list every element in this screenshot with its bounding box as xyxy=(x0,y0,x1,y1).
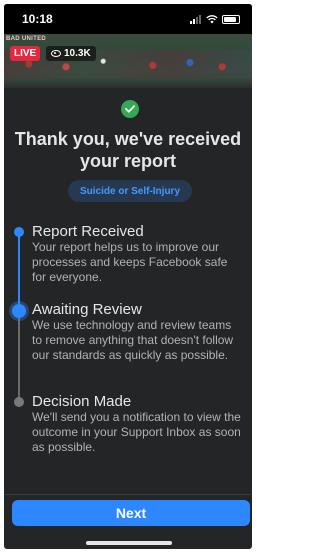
step-1-status-dot xyxy=(14,227,24,237)
cellular-signal-icon xyxy=(190,14,202,24)
home-indicator[interactable] xyxy=(86,541,172,545)
success-check-icon xyxy=(121,100,139,118)
battery-icon xyxy=(222,14,240,24)
step-3-title: Decision Made xyxy=(32,393,132,410)
wifi-icon xyxy=(206,14,218,23)
footer-divider xyxy=(4,494,252,495)
eye-icon xyxy=(51,50,61,57)
viewer-count-badge: 10.3K xyxy=(46,46,96,61)
live-video-thumbnail[interactable]: BAD UNITED LIVE 10.3K xyxy=(4,34,252,88)
page-title: Thank you, we've received your report xyxy=(14,129,242,171)
next-button[interactable]: Next xyxy=(12,500,250,526)
viewer-count: 10.3K xyxy=(64,48,91,59)
step-3-status-dot xyxy=(14,397,24,407)
status-time: 10:18 xyxy=(22,12,53,26)
status-icons xyxy=(190,13,240,25)
step-3-description: We'll send you a notification to view th… xyxy=(32,410,241,454)
step-2-title: Awaiting Review xyxy=(32,301,142,318)
report-confirmation-screen: 10:18 BAD UNITED LIVE 10.3K Thank you, w… xyxy=(4,4,252,549)
live-badge: LIVE xyxy=(10,46,41,61)
crowd-image xyxy=(4,50,252,78)
step-2-description: We use technology and review teams to re… xyxy=(32,318,234,362)
step-1-title: Report Received xyxy=(32,223,144,240)
step-1-description: Your report helps us to improve our proc… xyxy=(32,240,228,284)
status-bar: 10:18 xyxy=(4,4,252,34)
timeline-connector-2 xyxy=(18,318,20,402)
report-category-badge: Suicide or Self-Injury xyxy=(68,180,192,202)
stadium-banner-text: BAD UNITED xyxy=(6,36,46,42)
step-2-status-dot xyxy=(12,304,26,318)
timeline-connector-1 xyxy=(18,234,20,314)
